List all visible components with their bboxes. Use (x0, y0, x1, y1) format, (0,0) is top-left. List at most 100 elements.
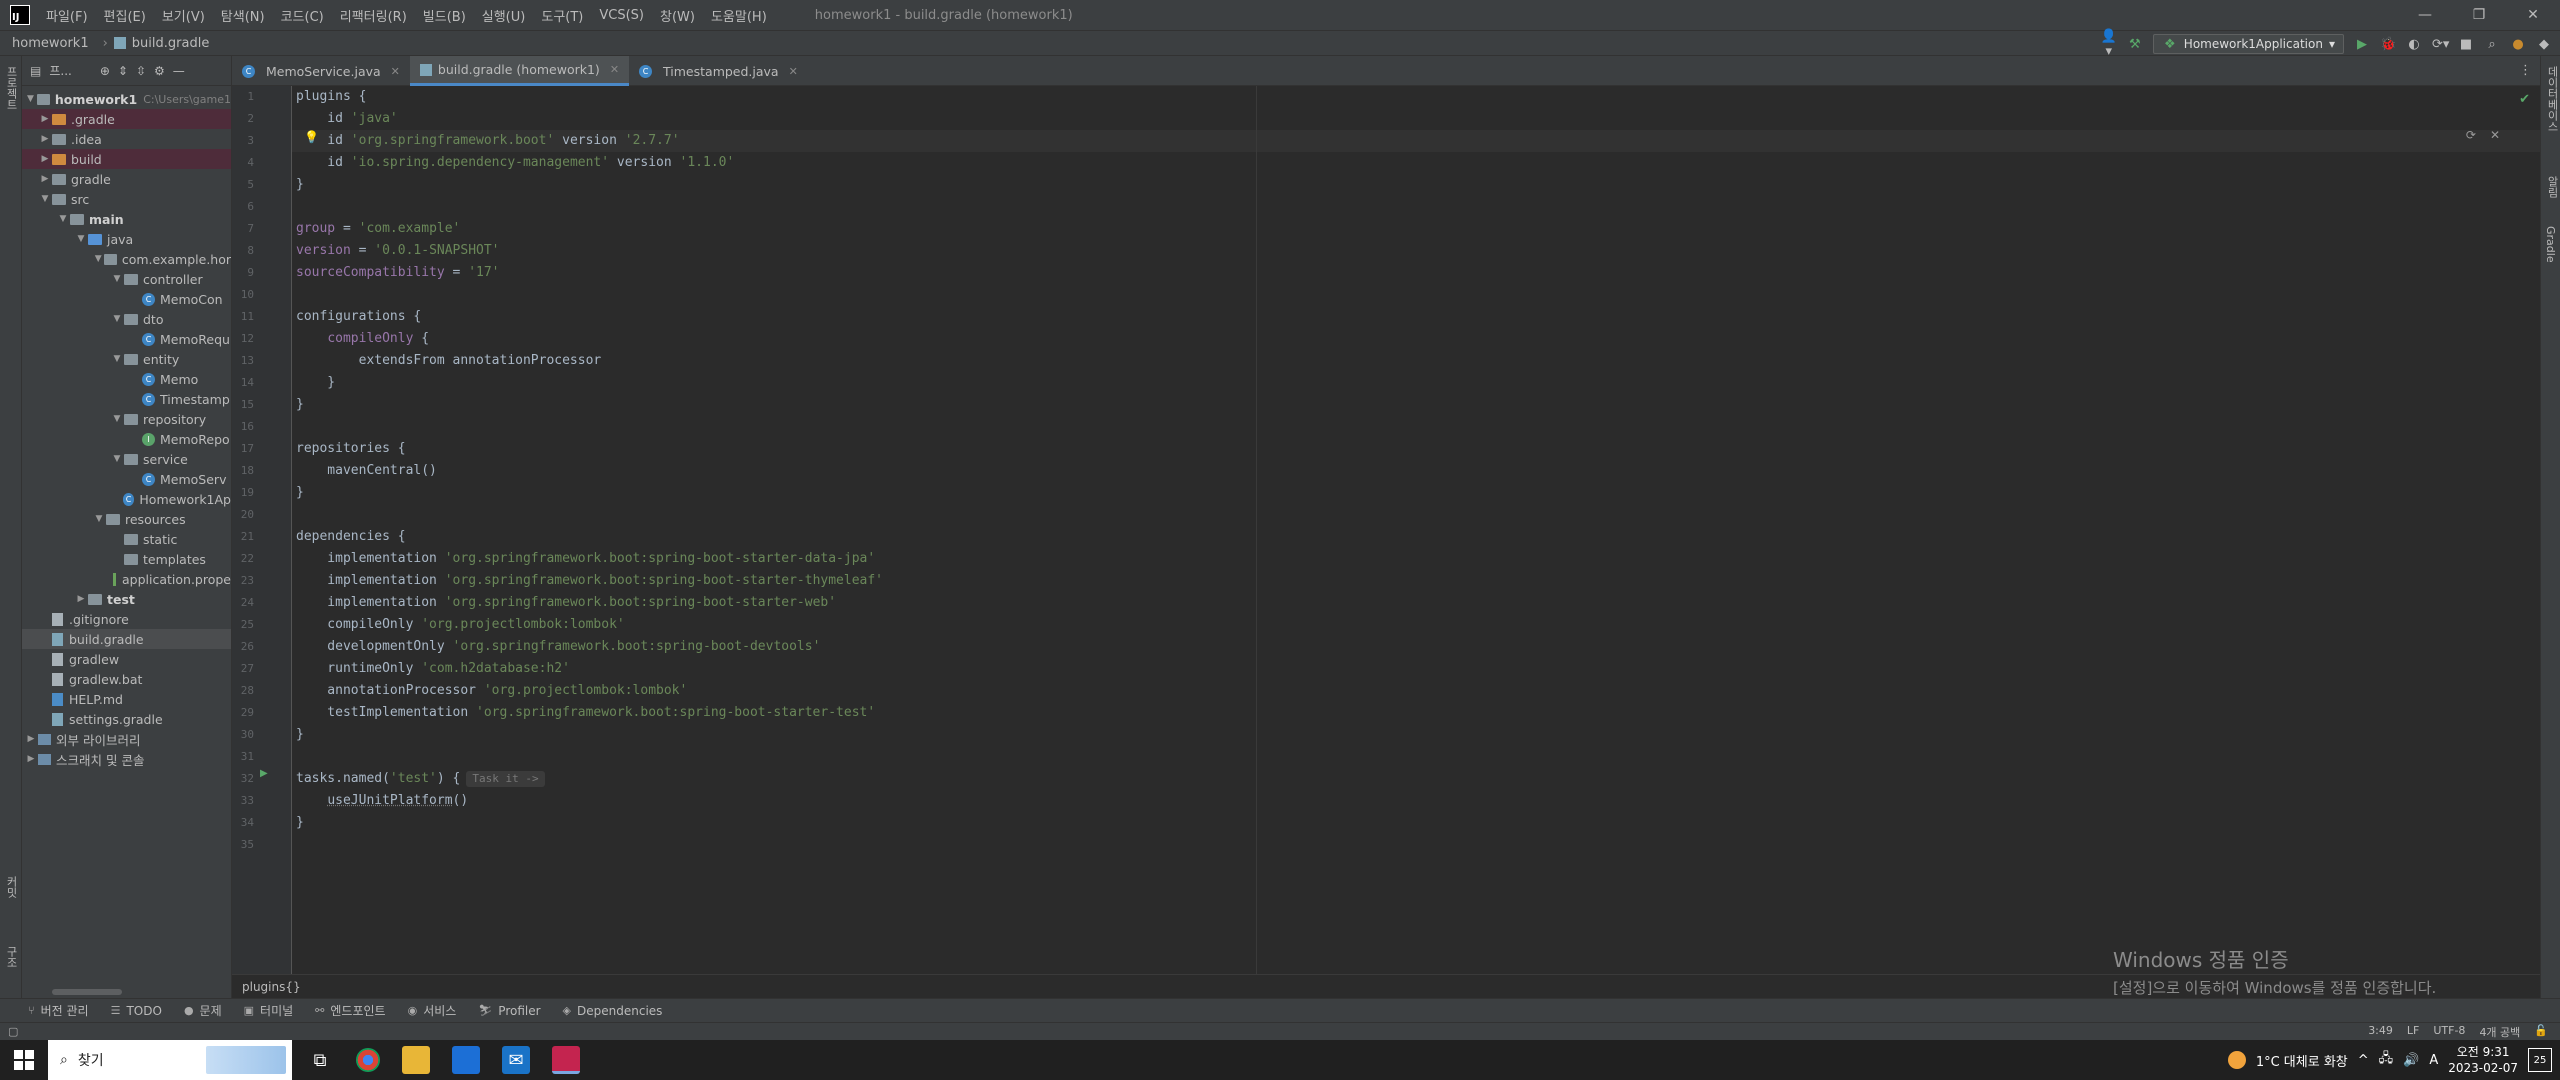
build-hammer-icon[interactable]: ⚒ (2127, 37, 2143, 52)
line-number[interactable]: 21 (232, 526, 254, 548)
chevron-down-icon[interactable]: ▼ (110, 314, 124, 324)
ime-indicator[interactable]: A (2429, 1053, 2438, 1068)
close-icon[interactable]: ✕ (789, 65, 798, 78)
tab-build-gradle[interactable]: build.gradle (homework1) ✕ (409, 56, 630, 86)
line-number[interactable]: 34 (232, 812, 254, 834)
chevron-down-icon[interactable]: ▼ (38, 194, 52, 204)
collapse-all-icon[interactable]: ⇳ (136, 64, 146, 78)
line-number[interactable]: 20 (232, 504, 254, 526)
tree-item-java[interactable]: ▼ java (22, 229, 231, 249)
line-number[interactable]: 5 (232, 174, 254, 196)
menu-vcs[interactable]: VCS(S) (591, 8, 652, 23)
tab-timestamped[interactable]: C Timestamped.java ✕ (629, 56, 808, 86)
scrollbar-thumb[interactable] (52, 989, 122, 995)
tree-item-gitignore[interactable]: .gitignore (22, 609, 231, 629)
menu-run[interactable]: 실행(U) (474, 6, 534, 25)
chevron-right-icon[interactable]: ▶ (38, 134, 52, 144)
tree-item-memo[interactable]: ·CMemo (22, 369, 231, 389)
gear-icon[interactable]: ⚙ (154, 64, 165, 78)
tool-problems[interactable]: ● 문제 (184, 1002, 222, 1019)
tree-item-entity[interactable]: ▼ entity (22, 349, 231, 369)
line-number[interactable]: 7 (232, 218, 254, 240)
tree-item-service[interactable]: ▼ service (22, 449, 231, 469)
line-number[interactable]: 26 (232, 636, 254, 658)
close-icon[interactable]: ✕ (391, 65, 400, 78)
tree-item-dot-gradle[interactable]: ▶ .gradle (22, 109, 231, 129)
run-gutter-icon[interactable]: ▶ (260, 768, 268, 779)
tool-services[interactable]: ◉ 서비스 (408, 1002, 457, 1019)
update-icon[interactable]: ● (2510, 37, 2526, 52)
gradle-sync-icon[interactable]: ⟳ (2466, 128, 2476, 142)
project-panel-title[interactable]: 프... (49, 62, 71, 79)
chevron-right-icon[interactable]: ▶ (74, 594, 88, 604)
line-number[interactable]: 12 (232, 328, 254, 350)
menu-edit[interactable]: 편집(E) (96, 6, 154, 25)
tree-item-dot-idea[interactable]: ▶ .idea (22, 129, 231, 149)
database-tool-button[interactable]: 데이터베이스 (2544, 66, 2560, 132)
tree-item-test[interactable]: ▶ test (22, 589, 231, 609)
taskbar-search-box[interactable]: ⌕ 찾기 (48, 1040, 292, 1080)
line-number[interactable]: 23 (232, 570, 254, 592)
menu-file[interactable]: 파일(F) (38, 6, 96, 25)
chevron-up-icon[interactable]: ^ (2358, 1053, 2369, 1068)
chevron-right-icon[interactable]: ▶ (24, 754, 38, 764)
stop-icon[interactable]: ■ (2458, 37, 2474, 52)
line-number[interactable]: 19 (232, 482, 254, 504)
chevron-right-icon[interactable]: ▶ (24, 734, 38, 744)
breadcrumb-project[interactable]: homework1 (12, 36, 89, 51)
line-number[interactable]: 2 (232, 108, 254, 130)
line-number[interactable]: 4 (232, 152, 254, 174)
tool-profiler[interactable]: ⛷ Profiler (478, 1004, 540, 1018)
tree-item-dto[interactable]: ▼ dto (22, 309, 231, 329)
tree-item-timestamped[interactable]: ·CTimestamp (22, 389, 231, 409)
tree-item-repository[interactable]: ▼ repository (22, 409, 231, 429)
editor-breadcrumb-item[interactable]: plugins{} (242, 980, 301, 994)
line-number[interactable]: 31 (232, 746, 254, 768)
line-number[interactable]: 14 (232, 372, 254, 394)
tree-item-settings-gradle[interactable]: settings.gradle (22, 709, 231, 729)
project-horizontal-scrollbar[interactable] (22, 986, 231, 998)
network-icon[interactable]: 🖧 (2379, 1049, 2394, 1071)
windows-start-icon[interactable] (0, 1040, 48, 1080)
line-number[interactable]: 25 (232, 614, 254, 636)
tree-item-templates[interactable]: ·templates (22, 549, 231, 569)
chevron-right-icon[interactable]: ▶ (38, 174, 52, 184)
debug-icon[interactable]: 🐞 (2380, 37, 2396, 52)
intellij-logo-icon[interactable]: IJ (10, 5, 30, 25)
run-configuration-select[interactable]: ❖ Homework1Application ▾ (2152, 34, 2344, 54)
chevron-right-icon[interactable]: ▶ (38, 114, 52, 124)
tool-endpoints[interactable]: ⚯ 엔드포인트 (315, 1002, 385, 1019)
store-icon[interactable] (452, 1046, 480, 1074)
tree-item-package[interactable]: ▼ com.example.hor (22, 249, 231, 269)
file-encoding[interactable]: UTF-8 (2433, 1024, 2465, 1040)
tool-dependencies[interactable]: ◈ Dependencies (563, 1004, 663, 1018)
tree-item-memorepository[interactable]: ·IMemoRepo (22, 429, 231, 449)
tree-item-build[interactable]: ▶ build (22, 149, 231, 169)
tree-item-scratches[interactable]: ▶ 스크래치 및 콘솔 (22, 749, 231, 769)
line-number[interactable]: 24 (232, 592, 254, 614)
chrome-icon[interactable] (356, 1048, 380, 1072)
line-number[interactable]: 8 (232, 240, 254, 262)
line-number[interactable]: 15 (232, 394, 254, 416)
line-number[interactable]: 11 (232, 306, 254, 328)
menu-window[interactable]: 창(W) (652, 6, 703, 25)
line-number-gutter[interactable]: 1 2 3 4 5 6 7 8 9 10 11 12 13 14 15 16 17 18 19 20 21 22 23 24 2… (232, 86, 292, 974)
tree-item-build-gradle[interactable]: build.gradle (22, 629, 231, 649)
tree-item-application-properties[interactable]: ·application.prope (22, 569, 231, 589)
commit-tool-button[interactable]: 커밋 (3, 876, 19, 898)
line-number[interactable]: 6 (232, 196, 254, 218)
menu-refactor[interactable]: 리팩터링(R) (332, 6, 415, 25)
tree-item-resources[interactable]: ▼ resources (22, 509, 231, 529)
tree-item-gradlew[interactable]: gradlew (22, 649, 231, 669)
notification-center-icon[interactable]: 25 (2528, 1048, 2552, 1072)
chevron-down-icon[interactable]: ▼ (56, 214, 70, 224)
tree-item-src[interactable]: ▼ src (22, 189, 231, 209)
expand-all-icon[interactable]: ⇕ (118, 64, 128, 78)
more-tabs-icon[interactable]: ⋮ (2519, 63, 2532, 78)
tree-item-controller[interactable]: ▼ controller (22, 269, 231, 289)
line-number[interactable]: 10 (232, 284, 254, 306)
locate-icon[interactable]: ⊕ (100, 64, 110, 78)
structure-tool-button[interactable]: 구조 (3, 946, 19, 968)
indent-setting[interactable]: 4개 공백 (2479, 1024, 2520, 1040)
restore-icon[interactable]: ❐ (2452, 0, 2506, 30)
